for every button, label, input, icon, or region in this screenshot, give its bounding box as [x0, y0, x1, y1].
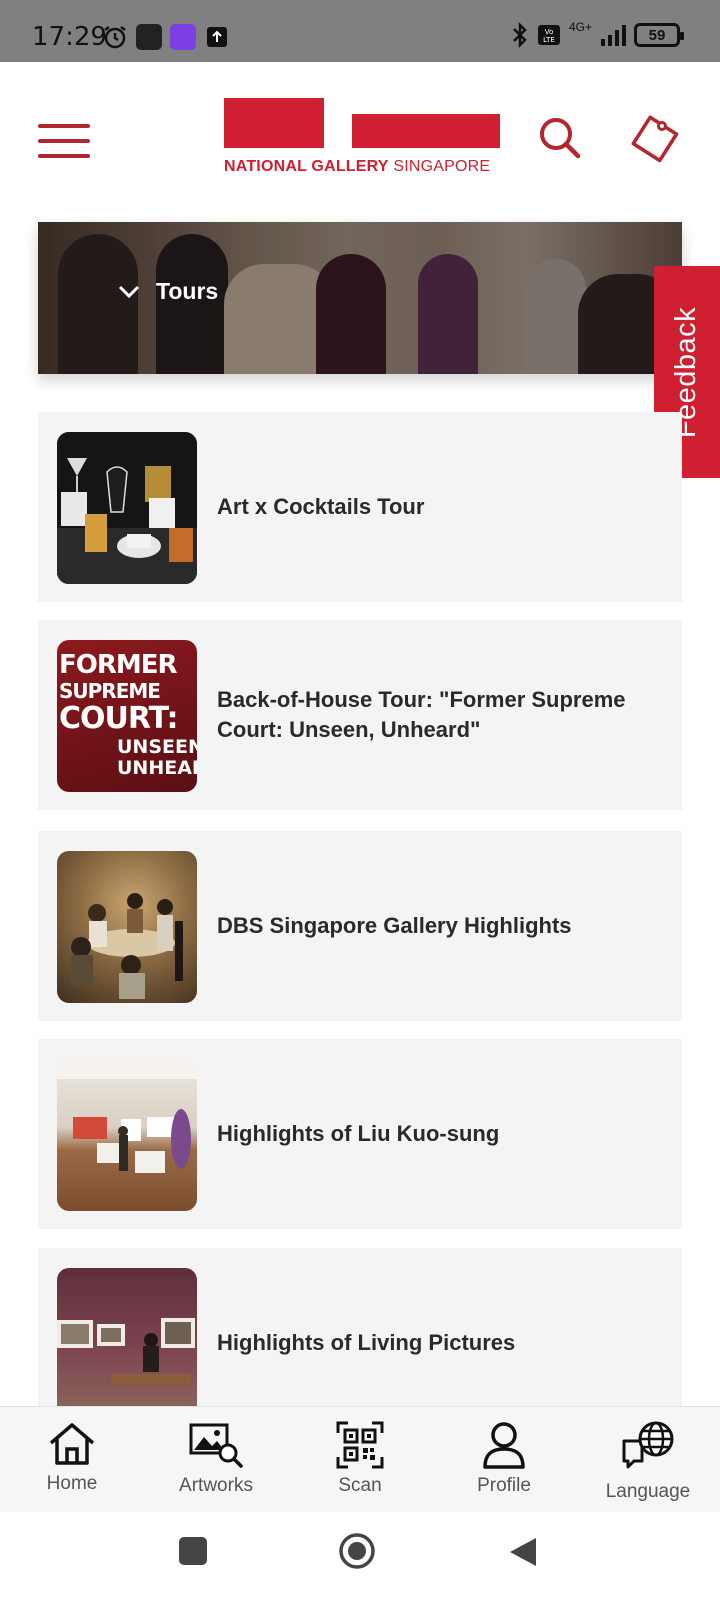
nav-label: Scan — [338, 1475, 382, 1496]
home-button-icon[interactable] — [338, 1532, 376, 1570]
poster-line: UNSEEN, — [117, 736, 197, 758]
tour-thumbnail — [57, 432, 197, 584]
language-icon — [622, 1421, 674, 1469]
painting-photo — [71, 893, 183, 999]
status-right: Vo LTE 4G+ 59 — [511, 20, 684, 48]
logo-text-light: SINGAPORE — [393, 158, 491, 175]
svg-text:LTE: LTE — [543, 36, 555, 44]
tour-item[interactable]: FORMER SUPREME COURT: UNSEEN, UNHEARD Ba… — [38, 620, 682, 810]
thumbnail-poster-text: FORMER SUPREME COURT: UNSEEN, UNHEARD — [59, 652, 197, 778]
tour-item[interactable]: Art x Cocktails Tour — [38, 412, 682, 602]
menu-icon-bar — [38, 154, 90, 158]
nav-scan[interactable]: Scan — [300, 1407, 420, 1513]
tour-thumbnail — [57, 1059, 197, 1211]
search-icon[interactable] — [536, 114, 584, 162]
qr-code-icon — [336, 1421, 384, 1469]
exhibition-photo — [57, 1318, 195, 1384]
tour-thumbnail — [57, 851, 197, 1003]
profile-icon — [483, 1422, 525, 1469]
tour-thumbnail — [57, 1268, 197, 1420]
nav-artworks[interactable]: Artworks — [156, 1407, 276, 1513]
logo-text-bold: NATIONAL GALLERY — [224, 158, 389, 175]
volte-icon: VoLTE — [537, 25, 560, 45]
artworks-icon — [189, 1423, 243, 1468]
tour-item[interactable]: DBS Singapore Gallery Highlights — [38, 831, 682, 1021]
logo-block-right — [352, 114, 500, 148]
banner-title[interactable]: Tours — [118, 278, 218, 305]
nav-label: Artworks — [179, 1475, 253, 1496]
nav-label: Home — [46, 1473, 98, 1494]
network-type: 4G+ — [568, 20, 592, 34]
home-icon — [49, 1423, 95, 1465]
national-gallery-logo[interactable]: NATIONAL GALLERY SINGAPORE — [224, 98, 504, 178]
upload-icon — [207, 27, 227, 47]
status-time: 17:29 — [32, 22, 107, 52]
tour-title: Highlights of Liu Kuo-sung — [217, 1121, 500, 1146]
nav-label: Language — [605, 1481, 691, 1502]
nav-label: Profile — [477, 1475, 531, 1496]
logo-block-left — [224, 98, 324, 148]
banner-title-text: Tours — [156, 278, 219, 304]
system-navigation-bar — [0, 1512, 720, 1600]
signal-icon — [601, 25, 626, 46]
menu-icon-bar — [38, 139, 90, 143]
nav-home[interactable]: Home — [12, 1407, 132, 1513]
tour-title: Back-of-House Tour: "Former Supreme Cour… — [217, 687, 626, 742]
app-header: NATIONAL GALLERY SINGAPORE — [0, 62, 720, 212]
tours-banner[interactable]: Tours — [38, 222, 682, 374]
poster-line: FORMER — [59, 650, 178, 680]
menu-icon-bar — [38, 124, 90, 128]
gallery-room-photo — [57, 1059, 197, 1173]
menu-button[interactable] — [38, 124, 90, 160]
bluetooth-icon — [513, 22, 527, 48]
back-icon[interactable] — [508, 1536, 538, 1568]
tour-title: DBS Singapore Gallery Highlights — [217, 913, 572, 938]
poster-line: SUPREME — [59, 679, 161, 703]
alarm-icon — [104, 26, 126, 49]
tour-thumbnail: FORMER SUPREME COURT: UNSEEN, UNHEARD — [57, 640, 197, 792]
app-notification-icon — [136, 24, 162, 50]
status-bar: 17:29 Vo LTE 4G+ 59 — [0, 0, 720, 62]
svg-text:Vo: Vo — [545, 28, 554, 36]
lazada-notification-icon — [170, 24, 196, 50]
chevron-down-icon — [118, 285, 140, 298]
battery-icon: 59 — [634, 23, 684, 47]
poster-line: UNHEARD — [117, 757, 197, 779]
cocktails-photo — [57, 432, 197, 584]
poster-line: COURT: — [59, 701, 178, 736]
app-screen: 17:29 Vo LTE 4G+ 59 NATIONAL GALLERY SING… — [0, 0, 720, 1600]
tour-title: Art x Cocktails Tour — [217, 494, 425, 519]
battery-level: 59 — [648, 26, 666, 44]
ticket-icon[interactable] — [628, 110, 684, 166]
recent-apps-icon[interactable] — [178, 1536, 208, 1566]
nav-profile[interactable]: Profile — [444, 1407, 564, 1513]
bottom-navigation: Home Artworks Scan Profile Language — [0, 1406, 720, 1512]
logo-wordmark: NATIONAL GALLERY SINGAPORE — [224, 158, 490, 176]
nav-language[interactable]: Language — [588, 1407, 708, 1513]
tour-item[interactable]: Highlights of Liu Kuo-sung — [38, 1039, 682, 1229]
